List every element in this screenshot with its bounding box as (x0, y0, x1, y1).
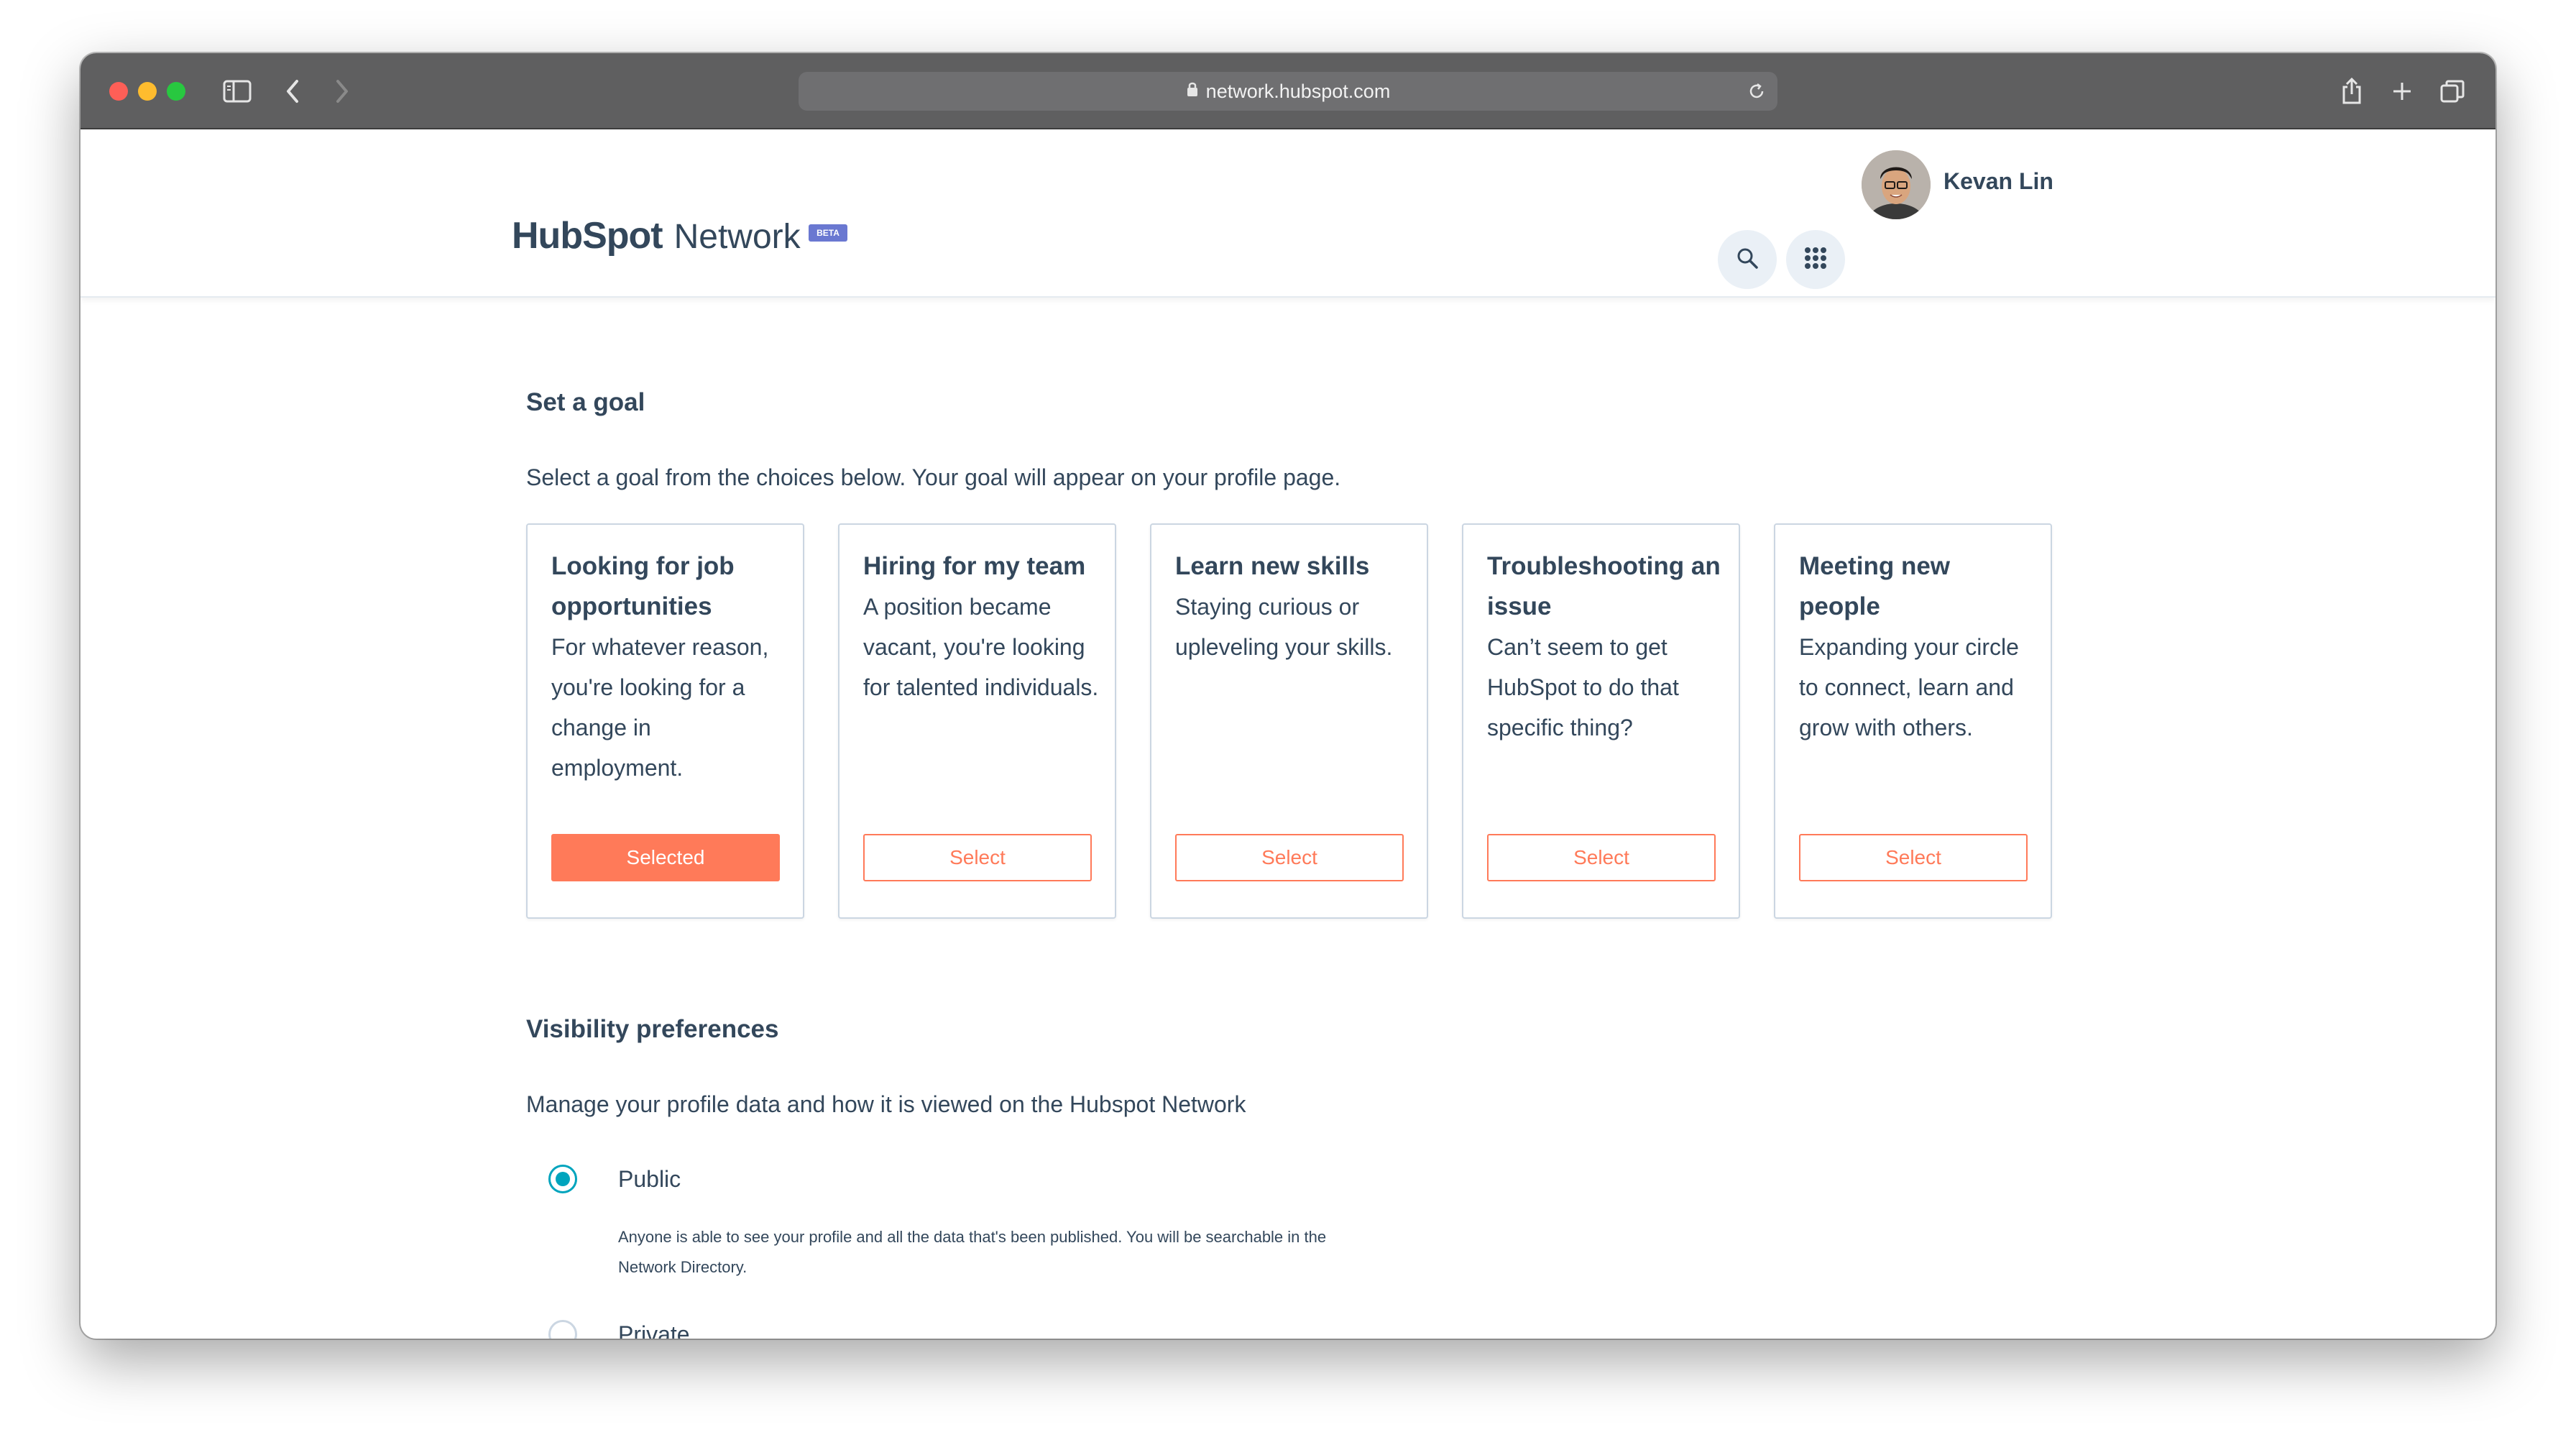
private-radio[interactable] (548, 1320, 577, 1339)
logo-suffix: Network (673, 218, 801, 256)
back-icon[interactable] (278, 75, 307, 108)
goal-card-description: A position became vacant, you're looking… (863, 594, 1099, 700)
goal-card-learn-skills[interactable]: Learn new skills Staying curious or uple… (1150, 523, 1428, 919)
visibility-section-title: Visibility preferences (526, 1015, 779, 1043)
hubspot-network-logo[interactable]: HubSpot Network (512, 214, 801, 257)
close-window-button[interactable] (109, 82, 128, 101)
goal-card-description: For whatever reason, you're looking for … (551, 634, 769, 781)
main-content: Set a goal Select a goal from the choice… (80, 298, 2496, 1339)
logo-wordmark: HubSpot (512, 215, 663, 257)
lock-icon (1186, 81, 1199, 103)
goal-card-title: Hiring for my team (863, 552, 1086, 580)
goal-card-description: Expanding your circle to connect, learn … (1799, 634, 2019, 740)
goal-section-title: Set a goal (526, 388, 645, 416)
select-button[interactable]: Select (1487, 834, 1716, 881)
avatar[interactable] (1862, 150, 1931, 219)
tab-overview-icon[interactable] (2438, 75, 2467, 108)
minimize-window-button[interactable] (138, 82, 157, 101)
app-grid-icon (1803, 246, 1828, 274)
address-bar[interactable]: network.hubspot.com (799, 72, 1777, 111)
select-button[interactable]: Select (1799, 834, 2028, 881)
beta-badge: BETA (809, 224, 847, 242)
site-header: HubSpot Network BETA Kevan Lin (80, 129, 2496, 298)
new-tab-icon[interactable] (2388, 75, 2416, 108)
goal-card-description: Can’t seem to get HubSpot to do that spe… (1487, 634, 1679, 740)
public-radio[interactable] (548, 1165, 577, 1193)
goal-card-troubleshooting[interactable]: Troubleshooting an issue Can’t seem to g… (1462, 523, 1740, 919)
app-menu-button[interactable] (1786, 230, 1845, 289)
select-button[interactable]: Select (863, 834, 1092, 881)
url-text: network.hubspot.com (1205, 80, 1391, 102)
goal-section-description: Select a goal from the choices below. Yo… (526, 464, 1341, 490)
public-radio-help: Anyone is able to see your profile and a… (618, 1228, 1327, 1276)
selected-button[interactable]: Selected (551, 834, 780, 881)
browser-toolbar: network.hubspot.com (80, 53, 2496, 129)
goal-card-description: Staying curious or upleveling your skill… (1175, 594, 1393, 660)
sidebar-toggle-icon[interactable] (221, 75, 254, 108)
goal-card-title: Troubleshooting an issue (1487, 552, 1721, 620)
private-radio-label[interactable]: Private (618, 1321, 690, 1339)
goal-card-job-opportunities[interactable]: Looking for job opportunities For whatev… (526, 523, 804, 919)
goal-card-title: Meeting new people (1799, 552, 1951, 620)
share-icon[interactable] (2337, 75, 2366, 108)
goal-card-meeting-people[interactable]: Meeting new people Expanding your circle… (1774, 523, 2052, 919)
search-button[interactable] (1718, 230, 1777, 289)
goal-card-title: Learn new skills (1175, 552, 1370, 580)
user-name[interactable]: Kevan Lin (1944, 168, 2053, 195)
reload-icon[interactable] (1747, 82, 1766, 104)
search-icon (1735, 246, 1760, 274)
select-button[interactable]: Select (1175, 834, 1404, 881)
forward-icon[interactable] (328, 75, 356, 108)
zoom-window-button[interactable] (167, 82, 185, 101)
browser-window: network.hubspot.com HubSpot Network BETA (80, 53, 2496, 1339)
visibility-section-description: Manage your profile data and how it is v… (526, 1091, 1246, 1117)
goal-card-hiring[interactable]: Hiring for my team A position became vac… (838, 523, 1116, 919)
public-radio-label[interactable]: Public (618, 1166, 681, 1193)
goal-card-title: Looking for job opportunities (551, 552, 735, 620)
